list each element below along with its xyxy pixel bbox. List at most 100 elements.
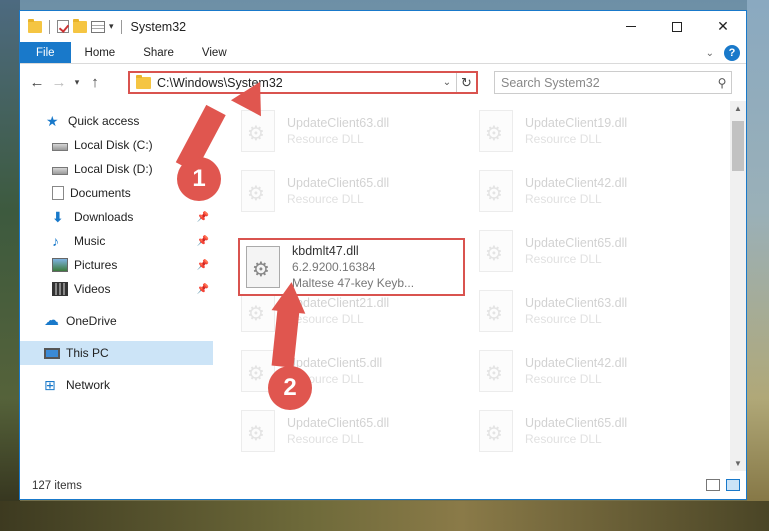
file-desc: Resource DLL [525,192,602,206]
sidebar-item-network[interactable]: ⊞ Network [20,373,213,397]
highlighted-file-item[interactable]: kbdmlt47.dll 6.2.9200.16384 Maltese 47-k… [238,238,465,296]
file-name: UpdateClient19.dll [525,116,628,130]
explorer-window: ▾ System32 ✕ File Home Share View ⌄ ? ← … [19,10,747,500]
sidebar-item-label: Pictures [74,258,118,272]
tab-home[interactable]: Home [71,42,130,63]
onedrive-icon: ☁ [44,312,59,329]
list-item[interactable]: UpdateClient65.dll Resource DLL [473,405,693,457]
properties-check-icon[interactable] [57,20,69,33]
list-item[interactable]: UpdateClient19.dll Resource DLL [473,105,693,157]
wallpaper-left [0,0,20,531]
address-bar[interactable]: C:\Windows\System32 ⌄ ↻ [128,71,478,94]
file-name: UpdateClient65.dll [287,176,390,190]
search-input[interactable]: Search System32 [501,76,713,90]
file-name: UpdateClient65.dll [525,416,628,430]
dll-file-icon [241,410,275,452]
sidebar-item-label: Music [74,234,106,248]
dll-file-icon [241,290,275,332]
list-item[interactable]: UpdateClient63.dll Resource DLL [235,105,455,157]
drive-icon [52,166,68,175]
sidebar-item-label: OneDrive [66,314,117,328]
list-item[interactable]: UpdateClient42.dll Resource DLL [473,345,693,397]
tab-share[interactable]: Share [129,42,188,63]
dll-file-icon [241,110,275,152]
music-icon: ♪ [52,233,59,249]
star-icon: ★ [46,113,59,129]
annotation-arrowhead-2 [271,280,309,314]
back-arrow-icon[interactable]: ← [26,74,48,91]
view-toggle [706,479,740,491]
file-desc: Resource DLL [287,432,364,446]
search-box[interactable]: Search System32 ⚲ [494,71,732,94]
forward-arrow-icon[interactable]: → [48,74,70,91]
sidebar-item-music[interactable]: ♪ Music 📌 [20,229,213,253]
vertical-scrollbar[interactable]: ▲ ▼ [730,101,746,471]
wallpaper-right [747,0,769,531]
sidebar-item-downloads[interactable]: ⬇ Downloads 📌 [20,205,213,229]
minimize-icon [626,26,636,27]
file-name: UpdateClient63.dll [525,296,628,310]
close-icon: ✕ [717,18,729,34]
expand-ribbon-chevron-icon[interactable]: ⌄ [706,48,714,59]
videos-icon [52,282,68,296]
dll-file-icon [479,110,513,152]
file-name: UpdateClient42.dll [525,176,628,190]
sidebar-item-onedrive[interactable]: ☁ OneDrive [20,309,213,333]
file-name: kbdmlt47.dll [292,244,359,258]
file-name: UpdateClient63.dll [287,116,390,130]
file-version: 6.2.9200.16384 [292,260,376,274]
tab-view[interactable]: View [188,42,241,63]
drive-icon [52,142,68,151]
item-count: 127 items [32,480,82,492]
up-arrow-icon[interactable]: ↑ [84,74,106,91]
sidebar-item-this-pc[interactable]: This PC [20,341,213,365]
search-icon[interactable]: ⚲ [713,76,731,90]
new-folder-icon[interactable] [73,18,87,33]
sidebar-item-label: Network [66,378,111,392]
sidebar-item-label: Local Disk (D:) [74,162,153,176]
list-item[interactable]: UpdateClient42.dll Resource DLL [473,165,693,217]
details-view-icon[interactable] [706,479,720,491]
minimize-button[interactable] [608,11,654,42]
pin-icon[interactable]: 📌 [197,236,209,247]
sidebar-item-videos[interactable]: Videos 📌 [20,277,213,301]
tab-file[interactable]: File [20,42,71,63]
pictures-icon [52,258,68,272]
sidebar-item-quick-access[interactable]: ★ Quick access [20,109,213,133]
list-item[interactable]: UpdateClient65.dll Resource DLL [235,405,455,457]
list-item[interactable]: UpdateClient63.dll Resource DLL [473,285,693,337]
sidebar-item-label: This PC [66,346,109,360]
large-icons-view-icon[interactable] [726,479,740,491]
window-title: System32 [130,19,187,34]
maximize-button[interactable] [654,11,700,42]
file-desc: Maltese 47-key Keyb... [292,276,415,290]
dll-file-icon [241,170,275,212]
sidebar-item-label: Downloads [74,210,134,224]
sidebar-item-label: Documents [70,186,131,200]
recent-locations-dropdown-icon[interactable]: ▾ [70,77,84,88]
dll-file-icon [479,290,513,332]
this-pc-icon [44,347,60,359]
properties-icon[interactable] [91,20,105,33]
scroll-up-icon[interactable]: ▲ [730,104,746,113]
documents-icon [52,186,64,200]
downloads-icon: ⬇ [52,209,64,225]
network-icon: ⊞ [44,377,56,393]
address-path[interactable]: C:\Windows\System32 [157,76,438,90]
scroll-down-icon[interactable]: ▼ [730,459,746,468]
help-icon[interactable]: ? [724,45,740,61]
list-item[interactable]: UpdateClient65.dll Resource DLL [473,225,693,277]
scrollbar-thumb[interactable] [732,121,744,171]
address-dropdown-icon[interactable]: ⌄ [438,77,456,88]
customize-dropdown-icon[interactable]: ▾ [109,21,114,32]
file-desc: Resource DLL [287,132,364,146]
close-button[interactable]: ✕ [700,11,746,42]
file-desc: Resource DLL [525,132,602,146]
list-item[interactable]: UpdateClient65.dll Resource DLL [235,165,455,217]
sidebar-item-pictures[interactable]: Pictures 📌 [20,253,213,277]
pin-icon[interactable]: 📌 [197,284,209,295]
refresh-icon[interactable]: ↻ [456,73,476,92]
pin-icon[interactable]: 📌 [197,212,209,223]
ribbon-right: ⌄ ? [706,45,740,61]
pin-icon[interactable]: 📌 [197,260,209,271]
